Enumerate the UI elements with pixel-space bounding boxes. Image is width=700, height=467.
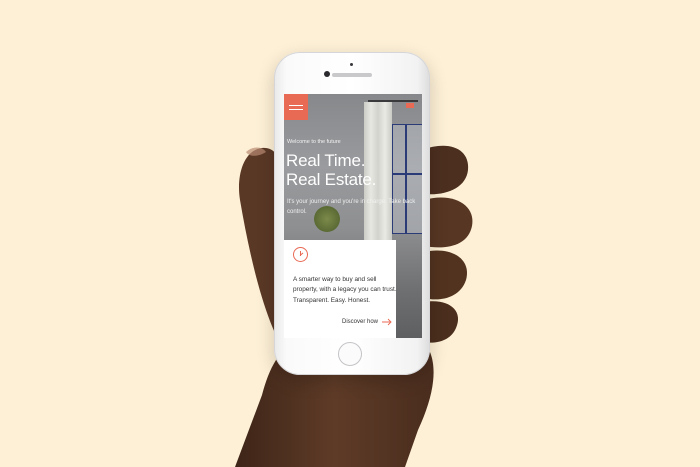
finger-3 bbox=[424, 250, 467, 300]
proximity-sensor bbox=[350, 63, 353, 66]
earpiece-speaker bbox=[332, 73, 372, 77]
discover-link[interactable]: Discover how bbox=[342, 319, 378, 325]
arrow-right-icon[interactable] bbox=[382, 318, 392, 326]
home-button[interactable] bbox=[338, 342, 362, 366]
hero-subtext: It's your journey and you're in charge. … bbox=[287, 199, 416, 215]
info-card: A smarter way to buy and sell property, … bbox=[284, 240, 397, 338]
hero-eyebrow: Welcome to the future bbox=[287, 139, 341, 145]
hamburger-menu-icon[interactable] bbox=[406, 103, 414, 108]
finger-2 bbox=[424, 197, 473, 248]
photo-scene: Welcome to the future Real Time. Real Es… bbox=[0, 0, 700, 467]
front-camera-icon bbox=[324, 71, 330, 77]
hero-headline-line1: Real Time. bbox=[286, 151, 366, 170]
hero-headline-line2: Real Estate. bbox=[286, 170, 377, 189]
brand-logo-icon[interactable] bbox=[284, 94, 308, 120]
clock-icon bbox=[293, 247, 308, 262]
card-text: A smarter way to buy and sell property, … bbox=[293, 276, 397, 304]
phone-screen: Welcome to the future Real Time. Real Es… bbox=[284, 94, 422, 338]
